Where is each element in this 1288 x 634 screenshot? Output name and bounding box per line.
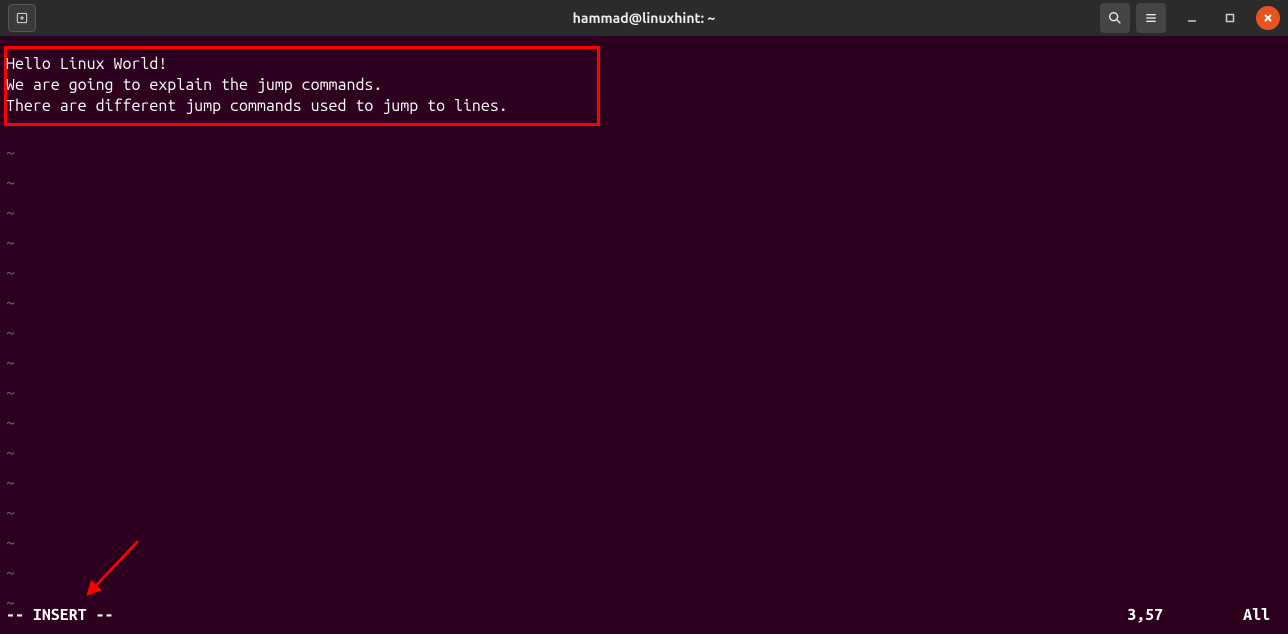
vim-status-bar: -- INSERT -- 3,57 All bbox=[0, 604, 1288, 626]
search-icon bbox=[1107, 10, 1123, 26]
close-button[interactable] bbox=[1256, 6, 1280, 30]
cursor-position: 3,57 bbox=[1127, 605, 1163, 626]
tilde-marker: ~ bbox=[6, 264, 15, 282]
editor-content: Hello Linux World! We are going to expla… bbox=[6, 54, 508, 117]
tilde-marker: ~ bbox=[6, 204, 15, 222]
scroll-indicator: All bbox=[1243, 605, 1270, 626]
editor-line-3: There are different jump commands used t… bbox=[6, 97, 508, 115]
menu-button[interactable] bbox=[1136, 3, 1166, 33]
minimize-button[interactable] bbox=[1180, 6, 1204, 30]
minimize-icon bbox=[1186, 12, 1198, 24]
tilde-marker: ~ bbox=[6, 384, 15, 402]
tilde-marker: ~ bbox=[6, 234, 15, 252]
new-tab-button[interactable] bbox=[8, 4, 36, 32]
tilde-marker: ~ bbox=[6, 144, 15, 162]
close-icon bbox=[1262, 12, 1274, 24]
hamburger-icon bbox=[1143, 10, 1159, 26]
vim-mode: -- INSERT -- bbox=[6, 605, 114, 626]
annotation-arrow bbox=[78, 536, 148, 606]
tilde-marker: ~ bbox=[6, 564, 15, 582]
tilde-marker: ~ bbox=[6, 294, 15, 312]
tilde-marker: ~ bbox=[6, 444, 15, 462]
tilde-marker: ~ bbox=[6, 504, 15, 522]
maximize-button[interactable] bbox=[1218, 6, 1242, 30]
tilde-marker: ~ bbox=[6, 324, 15, 342]
new-tab-icon bbox=[14, 10, 30, 26]
maximize-icon bbox=[1224, 12, 1236, 24]
tilde-marker: ~ bbox=[6, 414, 15, 432]
terminal-body[interactable]: Hello Linux World! We are going to expla… bbox=[0, 36, 1288, 634]
titlebar: hammad@linuxhint: ~ bbox=[0, 0, 1288, 36]
empty-lines: ~ ~ ~ ~ ~ ~ ~ ~ ~ ~ ~ ~ ~ ~ ~ ~ bbox=[6, 138, 15, 618]
search-button[interactable] bbox=[1100, 3, 1130, 33]
tilde-marker: ~ bbox=[6, 354, 15, 372]
tilde-marker: ~ bbox=[6, 474, 15, 492]
titlebar-controls bbox=[1100, 3, 1280, 33]
editor-line-1: Hello Linux World! bbox=[6, 55, 167, 73]
editor-line-2: We are going to explain the jump command… bbox=[6, 76, 382, 94]
tilde-marker: ~ bbox=[6, 534, 15, 552]
tilde-marker: ~ bbox=[6, 174, 15, 192]
window-title: hammad@linuxhint: ~ bbox=[573, 10, 716, 26]
